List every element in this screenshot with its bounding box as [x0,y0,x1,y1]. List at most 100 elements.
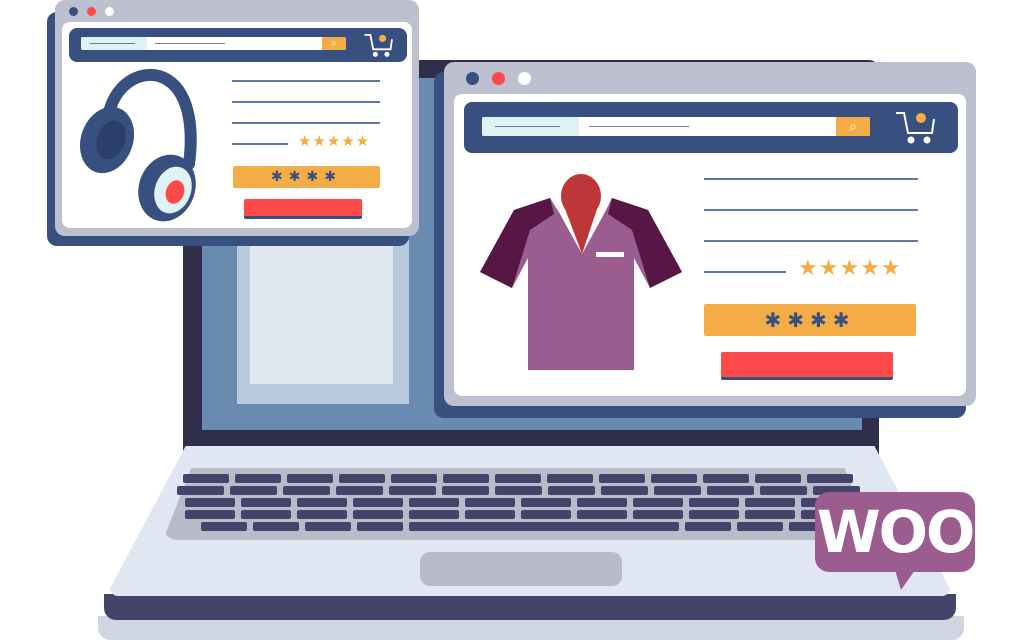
keyboard-key[interactable] [633,510,683,519]
price-bar: ✱✱✱✱ [233,166,380,188]
keyboard-key[interactable] [253,522,299,531]
keyboard-key[interactable] [409,510,459,519]
keyboard-key[interactable] [297,510,347,519]
keyboard-key[interactable] [335,486,383,495]
keyboard-key[interactable] [241,498,291,507]
keyboard-key[interactable] [755,474,801,483]
search-icon: ⌕ [331,38,337,49]
keyboard-key[interactable] [653,486,701,495]
keyboard-key[interactable] [577,510,627,519]
placeholder-line [495,126,560,127]
keyboard-key[interactable] [185,510,235,519]
keyboard-key[interactable] [185,498,235,507]
cart-icon[interactable] [363,32,395,58]
window-dot-navy[interactable] [69,7,78,16]
add-to-cart-button[interactable] [244,199,362,219]
product-description-line [232,101,380,103]
keyboard-key[interactable] [633,498,683,507]
search-button[interactable]: ⌕ [836,117,870,136]
keyboard-key[interactable] [495,474,541,483]
headphones-image [79,68,197,222]
keyboard-key[interactable] [737,522,783,531]
keyboard-key[interactable] [391,474,437,483]
keyboard-key[interactable] [759,486,807,495]
keyboard-key[interactable] [599,474,645,483]
keyboard-key[interactable] [441,486,489,495]
keyboard-key[interactable] [465,510,515,519]
keyboard-key[interactable] [745,498,795,507]
store-navbar: ⌕ [69,28,407,62]
keyboard-key[interactable] [183,474,229,483]
keyboard-key[interactable] [465,498,515,507]
product-description-line [704,209,918,211]
rating-stars: ★★★★★ [798,256,902,281]
search-input[interactable]: ⌕ [81,37,346,50]
product-description-line [232,122,380,124]
keyboard-key[interactable] [745,510,795,519]
keyboard-key[interactable] [547,486,595,495]
product-description-line [704,271,786,273]
price-bar: ✱✱✱✱ [704,304,916,336]
keyboard-key[interactable] [201,522,247,531]
add-to-cart-button[interactable] [721,352,893,380]
keyboard-key[interactable] [241,510,291,519]
product-window-right: ⌕ ★★★★★ ✱✱✱✱ [444,62,976,406]
keyboard-key[interactable] [297,498,347,507]
window-dot-navy[interactable] [466,72,479,85]
product-window-left: ⌕ ★★★★★ ✱✱✱✱ [55,0,419,236]
key-row [176,486,860,495]
window-dot-white[interactable] [105,7,114,16]
placeholder-line [589,126,689,127]
keyboard-key[interactable] [521,498,571,507]
window-dot-red[interactable] [492,72,505,85]
keyboard-key[interactable] [176,486,224,495]
keyboard-key[interactable] [577,498,627,507]
trackpad [420,552,622,586]
keyboard-key[interactable] [651,474,697,483]
keyboard-keys [176,474,860,534]
keyboard-key[interactable] [685,522,731,531]
window-dot-red[interactable] [87,7,96,16]
window-dot-white[interactable] [518,72,531,85]
woocommerce-logo-tail [895,570,915,590]
cart-icon[interactable] [894,109,938,145]
keyboard-key[interactable] [706,486,754,495]
window-body: ⌕ ★★★★★ ✱✱✱✱ [454,94,966,396]
polo-shirt-image [480,174,682,370]
key-row [178,510,858,519]
key-row [178,522,858,531]
keyboard-key[interactable] [600,486,648,495]
keyboard-key[interactable] [305,522,351,531]
keyboard-key[interactable] [689,510,739,519]
search-input[interactable]: ⌕ [482,117,870,136]
rating-stars: ★★★★★ [298,132,371,150]
keyboard-key[interactable] [703,474,749,483]
keyboard-key[interactable] [409,498,459,507]
keyboard-key[interactable] [339,474,385,483]
screen-panel-inner [250,240,393,384]
keyboard-key[interactable] [235,474,281,483]
keyboard-key[interactable] [353,498,403,507]
keyboard-key[interactable] [282,486,330,495]
search-icon: ⌕ [849,118,857,135]
keyboard-key[interactable] [689,498,739,507]
keyboard-key[interactable] [807,474,853,483]
keyboard-key[interactable] [229,486,277,495]
keyboard-key[interactable] [357,522,403,531]
keyboard-key[interactable] [521,510,571,519]
woocommerce-logo: WOO [815,492,975,572]
window-body: ⌕ ★★★★★ ✱✱✱✱ [62,22,412,228]
store-navbar: ⌕ [464,102,958,153]
keyboard-key[interactable] [443,474,489,483]
spacebar-key[interactable] [409,522,679,531]
search-button[interactable]: ⌕ [322,37,346,50]
placeholder-line [155,43,225,44]
keyboard-key[interactable] [388,486,436,495]
keyboard-key[interactable] [494,486,542,495]
product-description-line [232,80,380,82]
keyboard-key[interactable] [287,474,333,483]
keyboard-key[interactable] [353,510,403,519]
key-row [178,474,858,483]
keyboard-key[interactable] [547,474,593,483]
laptop-base-edge [104,594,956,620]
